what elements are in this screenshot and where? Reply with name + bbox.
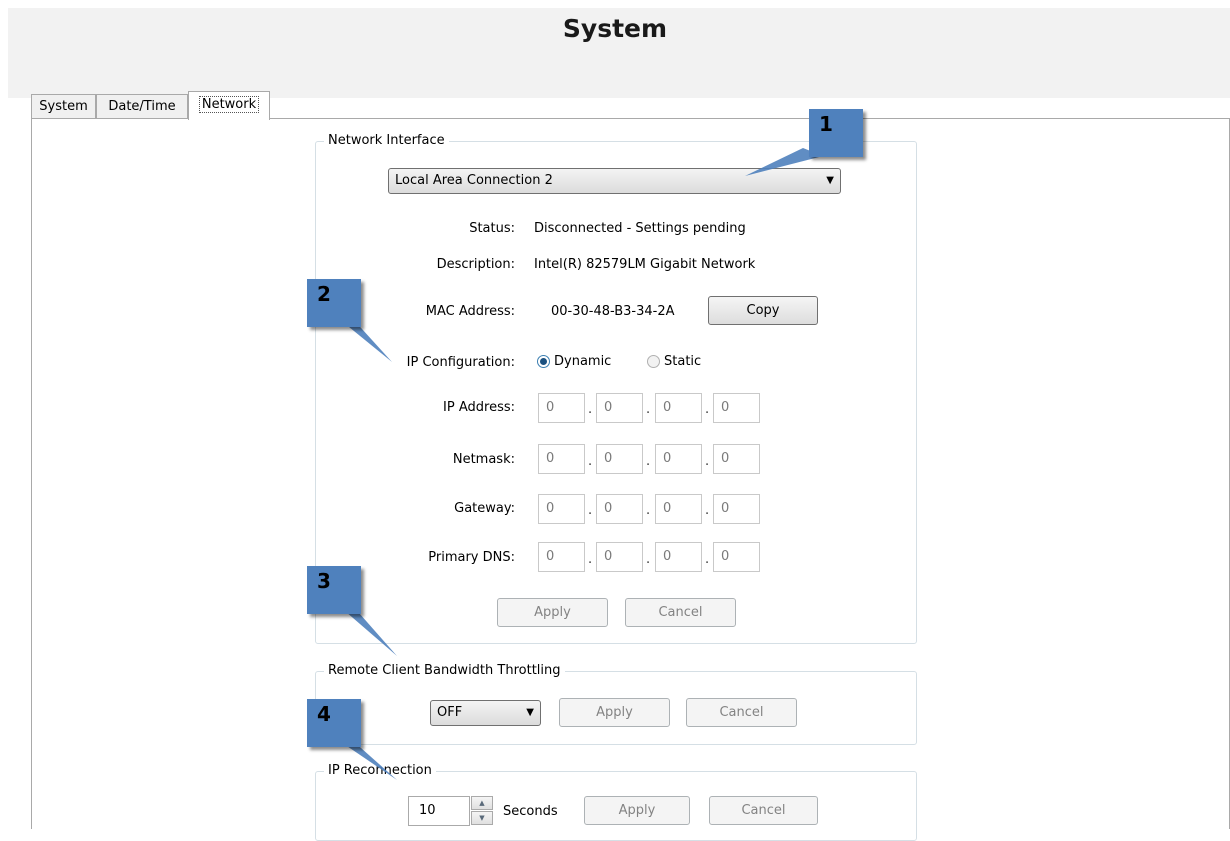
- primary-dns-octet-4[interactable]: 0: [713, 542, 760, 572]
- tab-system[interactable]: System: [31, 94, 96, 118]
- bandwidth-cancel-button[interactable]: Cancel: [686, 698, 797, 727]
- octet-separator: .: [646, 503, 651, 518]
- netmask-octet-2[interactable]: 0: [596, 444, 643, 474]
- octet-separator: .: [705, 503, 710, 518]
- status-value: Disconnected - Settings pending: [534, 221, 746, 236]
- radio-selected-icon: [537, 355, 550, 368]
- netmask-label: Netmask:: [452, 452, 515, 467]
- reconnection-apply-button[interactable]: Apply: [584, 796, 690, 825]
- callout-3: 3: [307, 566, 361, 614]
- network-interface-group-title: Network Interface: [324, 132, 449, 150]
- gateway-octet-1[interactable]: 0: [538, 494, 585, 524]
- bandwidth-throttling-group-title: Remote Client Bandwidth Throttling: [324, 662, 565, 680]
- bandwidth-apply-button[interactable]: Apply: [559, 698, 670, 727]
- ip-config-static-radio[interactable]: Static: [647, 354, 701, 369]
- octet-separator: .: [588, 552, 593, 567]
- ip-address-label: IP Address:: [443, 400, 515, 415]
- network-interface-selected: Local Area Connection 2: [395, 173, 553, 188]
- callout-2: 2: [307, 279, 361, 327]
- octet-separator: .: [646, 552, 651, 567]
- gateway-label: Gateway:: [454, 501, 515, 516]
- bandwidth-select[interactable]: OFF ▼: [430, 700, 541, 726]
- octet-separator: .: [705, 402, 710, 417]
- seconds-label: Seconds: [503, 804, 558, 819]
- ip-address-octet-2[interactable]: 0: [596, 393, 643, 423]
- primary-dns-octet-1[interactable]: 0: [538, 542, 585, 572]
- mac-address-label: MAC Address:: [425, 304, 515, 319]
- octet-separator: .: [705, 454, 710, 469]
- primary-dns-octet-2[interactable]: 0: [596, 542, 643, 572]
- description-label: Description:: [436, 257, 515, 272]
- netmask-octet-4[interactable]: 0: [713, 444, 760, 474]
- gateway-octet-2[interactable]: 0: [596, 494, 643, 524]
- copy-mac-button[interactable]: Copy: [708, 296, 818, 325]
- ip-reconnection-group-title: IP Reconnection: [324, 762, 436, 780]
- reconnection-seconds-input[interactable]: 10: [408, 796, 470, 826]
- tab-network-label: Network: [198, 96, 260, 113]
- description-value: Intel(R) 82579LM Gigabit Network: [534, 257, 756, 272]
- gateway-octet-4[interactable]: 0: [713, 494, 760, 524]
- primary-dns-octet-3[interactable]: 0: [655, 542, 702, 572]
- network-cancel-button[interactable]: Cancel: [625, 598, 736, 627]
- radio-unselected-icon: [647, 355, 660, 368]
- tab-network[interactable]: Network: [188, 91, 270, 120]
- octet-separator: .: [646, 454, 651, 469]
- callout-4: 4: [307, 699, 361, 747]
- reconnection-spinner[interactable]: ▲ ▼: [471, 796, 495, 826]
- octet-separator: .: [588, 454, 593, 469]
- netmask-octet-1[interactable]: 0: [538, 444, 585, 474]
- chevron-down-icon: ▼: [826, 175, 834, 186]
- bandwidth-selected: OFF: [437, 705, 463, 720]
- tab-date-time[interactable]: Date/Time: [96, 94, 188, 118]
- gateway-octet-3[interactable]: 0: [655, 494, 702, 524]
- ip-config-static-label: Static: [664, 354, 702, 369]
- reconnection-cancel-button[interactable]: Cancel: [709, 796, 818, 825]
- octet-separator: .: [588, 503, 593, 518]
- octet-separator: .: [588, 402, 593, 417]
- callout-1: 1: [809, 109, 863, 157]
- ip-config-dynamic-radio[interactable]: Dynamic: [537, 354, 611, 369]
- chevron-down-icon: ▼: [526, 707, 534, 718]
- spin-down-icon[interactable]: ▼: [471, 811, 493, 825]
- netmask-octet-3[interactable]: 0: [655, 444, 702, 474]
- ip-config-dynamic-label: Dynamic: [554, 354, 612, 369]
- status-label: Status:: [469, 221, 515, 236]
- primary-dns-label: Primary DNS:: [428, 550, 515, 565]
- ip-address-octet-3[interactable]: 0: [655, 393, 702, 423]
- network-interface-select[interactable]: Local Area Connection 2 ▼: [388, 168, 841, 194]
- spin-up-icon[interactable]: ▲: [471, 796, 493, 810]
- page-title: System: [562, 14, 668, 43]
- network-apply-button[interactable]: Apply: [497, 598, 608, 627]
- octet-separator: .: [705, 552, 710, 567]
- octet-separator: .: [646, 402, 651, 417]
- ip-address-octet-1[interactable]: 0: [538, 393, 585, 423]
- ip-configuration-label: IP Configuration:: [406, 355, 515, 370]
- mac-address-value: 00-30-48-B3-34-2A: [551, 304, 675, 319]
- ip-address-octet-4[interactable]: 0: [713, 393, 760, 423]
